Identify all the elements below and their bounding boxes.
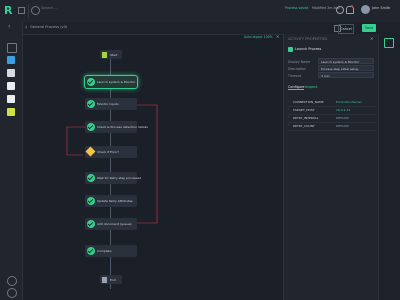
field-label: Description — [288, 67, 307, 71]
help-icon[interactable] — [7, 276, 17, 286]
flag-icon — [102, 51, 107, 58]
sidebar-item-badge[interactable] — [7, 108, 15, 116]
close-panel-icon[interactable]: ✕ — [370, 36, 373, 41]
description-field[interactable]: Process step initial setup — [318, 65, 374, 71]
canvas-tools[interactable]: Auto-layout 100% — [244, 35, 273, 39]
notification-dot — [351, 5, 353, 7]
close-canvas-icon[interactable]: ✕ — [276, 34, 279, 39]
right-toolstrip — [378, 34, 400, 300]
flow-node[interactable]: Check & Process detection details — [85, 121, 148, 133]
end-label: End — [110, 277, 116, 282]
activity-name: Launch Process — [295, 47, 322, 51]
chevron-right-icon: › — [288, 123, 290, 127]
status-label: Process saved — [285, 6, 309, 10]
timeout-field[interactable]: 3 min — [318, 72, 374, 78]
decision-node[interactable]: Check if Error? — [85, 146, 137, 158]
wrench-icon[interactable] — [336, 6, 344, 14]
flow-node[interactable]: Complete — [85, 245, 137, 257]
back-icon[interactable]: ‹ — [25, 24, 27, 31]
sidebar-item-select[interactable] — [7, 43, 17, 53]
tab-configure[interactable]: Configure — [288, 85, 305, 90]
divider — [28, 4, 29, 18]
field-label: Display Name — [288, 60, 311, 64]
start-label: Start — [110, 52, 118, 57]
decision-label: Check if Error? — [97, 150, 119, 154]
save-button[interactable]: Save — [362, 24, 376, 32]
grid-icon[interactable] — [18, 7, 25, 14]
display-name-field[interactable]: Launch system & Monitor — [318, 58, 374, 64]
search-icon — [31, 6, 40, 15]
sidebar-item-document[interactable] — [7, 69, 15, 77]
user-name[interactable]: John Smith — [372, 6, 390, 10]
prop-row[interactable]: › RETRY_COUNT DEFAULT — [288, 122, 376, 131]
tab-inspect[interactable]: Inspect — [305, 85, 317, 89]
chevron-right-icon: › — [288, 115, 290, 119]
end-node[interactable]: End — [100, 275, 122, 284]
sidebar-item-list[interactable] — [7, 95, 15, 103]
back-arrow-icon[interactable]: ‹ — [8, 24, 14, 30]
panel-title: ACTIVITY PROPERTIES — [288, 37, 328, 41]
check-icon — [87, 78, 95, 86]
sidebar-item-active[interactable] — [7, 56, 15, 64]
process-title: General Process (v3) — [30, 25, 68, 29]
app-logo[interactable]: R — [4, 5, 16, 17]
chevron-right-icon: › — [288, 99, 290, 103]
field-label: Timeout — [288, 74, 302, 78]
activity-icon — [288, 47, 293, 52]
search-input[interactable]: Search... — [41, 6, 57, 10]
bell-icon[interactable] — [346, 6, 354, 14]
properties-icon[interactable] — [384, 38, 394, 48]
avatar[interactable] — [361, 5, 370, 14]
check-icon — [87, 197, 95, 205]
flag-icon — [102, 276, 107, 283]
check-icon — [87, 174, 95, 182]
chevron-right-icon: › — [288, 107, 290, 111]
flow-node[interactable]: Update Retry Attributes — [85, 195, 137, 207]
check-icon — [87, 100, 95, 108]
flow-node[interactable]: Monitor inputs — [85, 98, 137, 110]
check-icon — [87, 220, 95, 228]
flow-node[interactable]: Wait for Retry step processed — [85, 172, 141, 184]
flow-node[interactable]: Add document (queue) — [85, 218, 137, 230]
settings-icon[interactable] — [7, 288, 17, 298]
cancel-button[interactable]: Cancel — [338, 24, 354, 34]
start-node[interactable]: Start — [100, 50, 122, 59]
check-icon — [87, 247, 95, 255]
flow-node[interactable]: Launch system & Monitor — [84, 75, 138, 89]
sidebar-item-code[interactable] — [7, 82, 15, 90]
warning-diamond-icon — [85, 146, 96, 157]
check-icon — [87, 123, 95, 131]
